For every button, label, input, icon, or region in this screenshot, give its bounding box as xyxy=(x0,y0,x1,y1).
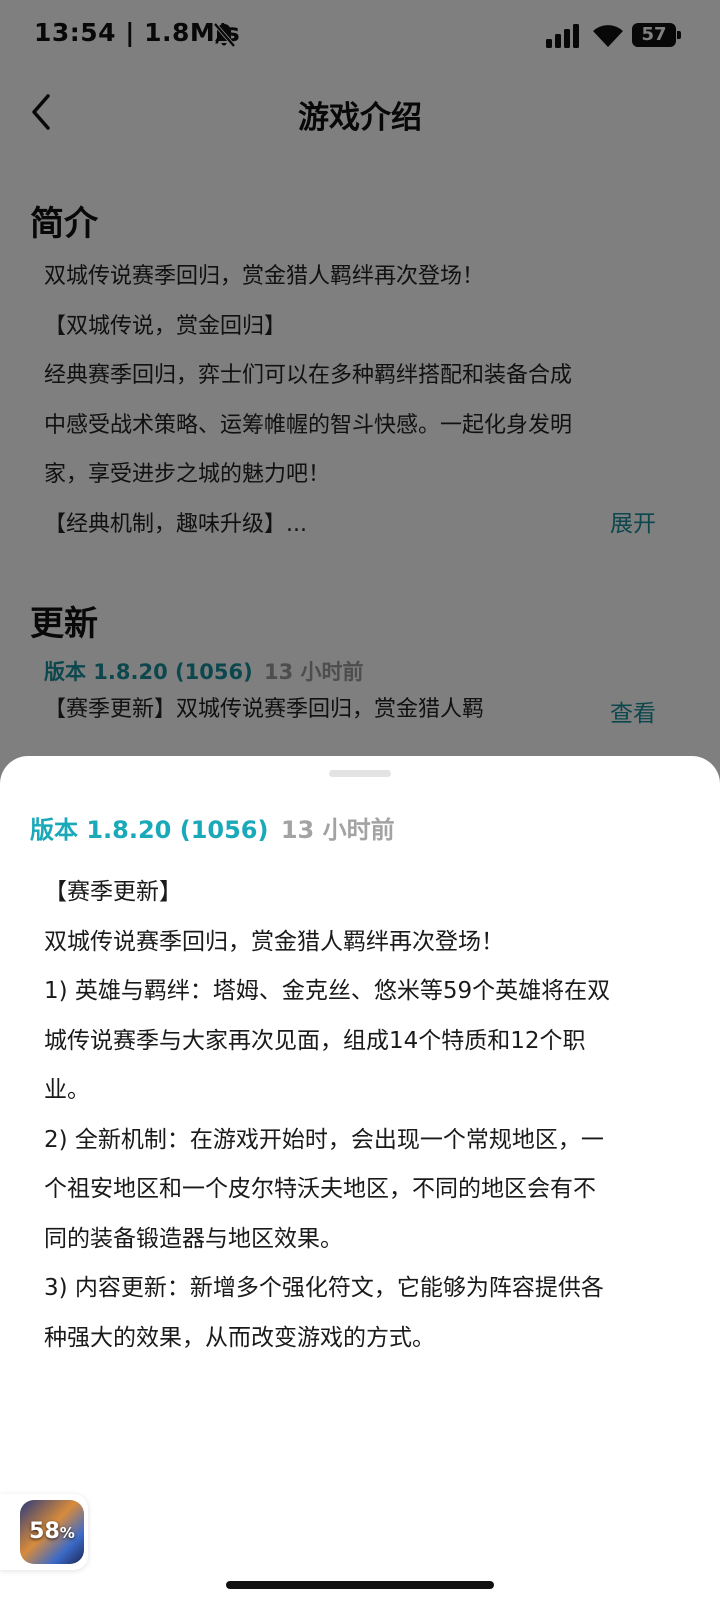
sheet-line: 业。 xyxy=(44,1077,90,1103)
progress-value: 58 xyxy=(29,1519,60,1544)
download-float-widget[interactable]: 58% xyxy=(0,1494,88,1570)
sheet-line: 城传说赛季与大家再次见面，组成14个特质和12个职 xyxy=(44,1027,586,1054)
sheet-time-ago: 13 小时前 xyxy=(280,816,395,844)
download-progress: 58% xyxy=(20,1500,84,1564)
home-indicator[interactable] xyxy=(226,1581,494,1589)
progress-unit: % xyxy=(59,1524,75,1542)
sheet-line: 【赛季更新】 xyxy=(44,879,182,905)
sheet-line: 个祖安地区和一个皮尔特沃夫地区，不同的地区会有不 xyxy=(44,1176,596,1202)
sheet-line: 1) 英雄与羁绊：塔姆、金克丝、悠米等59个英雄将在双 xyxy=(44,978,611,1004)
game-icon[interactable]: 58% xyxy=(20,1500,84,1564)
sheet-version-row: 版本 1.8.20 (1056) 13 小时前 xyxy=(30,810,395,845)
sheet-line: 种强大的效果，从而改变游戏的方式。 xyxy=(44,1324,435,1351)
sheet-body: 【赛季更新】 双城传说赛季回归，赏金猎人羁绊再次登场！ 1) 英雄与羁绊：塔姆、… xyxy=(44,868,674,1363)
sheet-line: 3) 内容更新：新增多个强化符文，它能够为阵容提供各 xyxy=(44,1275,604,1301)
sheet-version: 版本 1.8.20 (1056) xyxy=(30,816,269,844)
update-detail-sheet: 版本 1.8.20 (1056) 13 小时前 【赛季更新】 双城传说赛季回归，… xyxy=(0,756,720,1600)
sheet-line: 2) 全新机制：在游戏开始时，会出现一个常规地区，一 xyxy=(44,1126,604,1153)
sheet-line: 同的装备锻造器与地区效果。 xyxy=(44,1225,343,1252)
sheet-line: 双城传说赛季回归，赏金猎人羁绊再次登场！ xyxy=(44,928,504,955)
drag-handle[interactable] xyxy=(329,770,391,777)
